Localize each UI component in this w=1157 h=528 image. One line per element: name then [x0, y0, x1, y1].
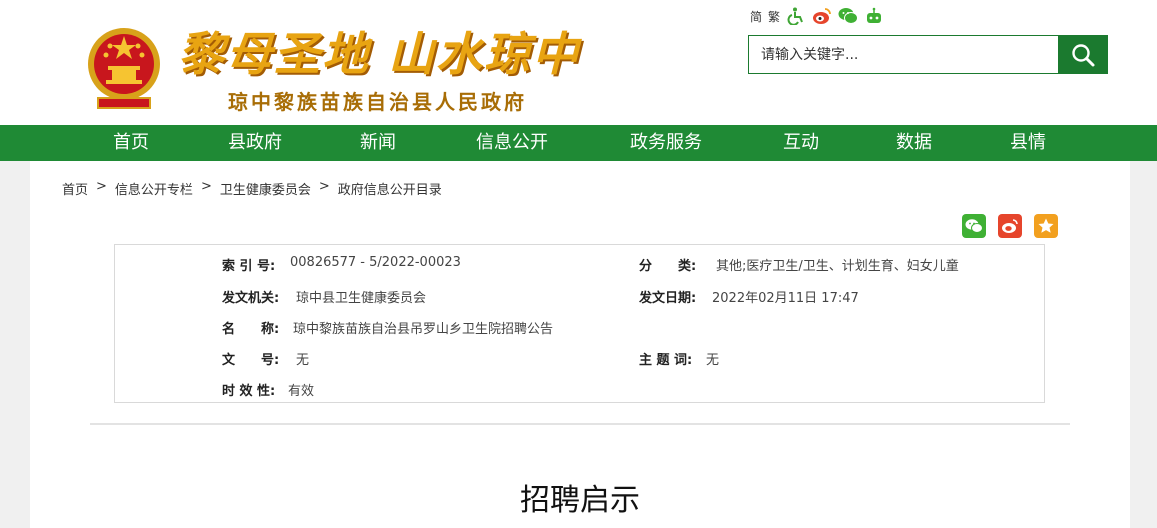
gov-name: 琼中黎族苗族自治县人民政府 [228, 90, 527, 114]
weibo-share-icon [1002, 219, 1018, 233]
breadcrumb-separator: > [96, 179, 107, 194]
breadcrumb-info-column[interactable]: 信息公开专栏 [115, 179, 193, 198]
breadcrumb-info-catalog[interactable]: 政府信息公开目录 [338, 179, 442, 198]
wechat-icon[interactable] [838, 7, 859, 25]
simplified-chinese-link[interactable]: 简 [750, 8, 762, 25]
breadcrumb-separator: > [318, 179, 330, 194]
content-divider [90, 423, 1070, 425]
search-icon [1071, 43, 1094, 66]
issuer-value: 琼中县卫生健康委员会 [296, 291, 427, 306]
search-input[interactable] [749, 36, 1058, 73]
article-title: 招聘启示 [520, 483, 640, 518]
nav-news[interactable]: 新闻 [360, 125, 396, 161]
nav-data[interactable]: 数据 [896, 125, 932, 161]
main-nav: 首页 县政府 新闻 信息公开 政务服务 互动 数据 县情 [0, 125, 1157, 161]
wechat-share-icon [965, 219, 983, 233]
nav-county-profile[interactable]: 县情 [1010, 125, 1046, 161]
qzone-share-button[interactable] [1034, 214, 1058, 238]
nav-gov-services[interactable]: 政务服务 [630, 125, 702, 161]
nav-home[interactable]: 首页 [113, 125, 149, 161]
site-header: 黎母圣地 山水琼中 琼中黎族苗族自治县人民政府 简 繁 [0, 0, 1157, 125]
issue-date-value: 2022年02月11日 17:47 [712, 291, 859, 306]
validity-value: 有效 [288, 384, 315, 399]
weibo-icon[interactable] [812, 7, 832, 25]
breadcrumb: 首页 > 信息公开专栏 > 卫生健康委员会 > 政府信息公开目录 [62, 179, 442, 198]
doc-number-label: 文 号: [222, 353, 280, 368]
national-emblem-icon [88, 28, 160, 109]
search-button[interactable] [1058, 36, 1107, 73]
top-tools: 简 繁 [750, 6, 884, 26]
qzone-share-icon [1038, 218, 1054, 233]
subject-value: 无 [706, 353, 720, 368]
weibo-share-button[interactable] [998, 214, 1022, 238]
nav-interaction[interactable]: 互动 [783, 125, 819, 161]
nav-county-gov[interactable]: 县政府 [228, 125, 282, 161]
doc-number-value: 无 [296, 353, 310, 368]
nav-info-disclosure[interactable]: 信息公开 [476, 125, 548, 161]
accessibility-icon[interactable] [786, 7, 806, 25]
issuer-label: 发文机关: [222, 291, 280, 306]
search-box [748, 35, 1108, 74]
robot-icon[interactable] [864, 7, 884, 25]
category-label: 分 类: [639, 259, 697, 274]
subject-label: 主 题 词: [639, 353, 693, 368]
doc-name-label: 名 称: [222, 322, 280, 337]
document-meta-table: 索 引 号: 00826577 - 5/2022-00023 分 类: 其他;医… [114, 244, 1045, 403]
breadcrumb-health-committee[interactable]: 卫生健康委员会 [220, 179, 311, 198]
doc-name-value: 琼中黎族苗族自治县吊罗山乡卫生院招聘公告 [293, 322, 554, 337]
site-slogan: 黎母圣地 山水琼中 [178, 27, 581, 81]
wechat-share-button[interactable] [962, 214, 986, 238]
validity-label: 时 效 性: [222, 384, 276, 399]
index-number-value: 00826577 - 5/2022-00023 [290, 255, 461, 270]
issue-date-label: 发文日期: [639, 291, 697, 306]
content-area: 首页 > 信息公开专栏 > 卫生健康委员会 > 政府信息公开目录 索 引 号: … [30, 161, 1130, 528]
index-number-label: 索 引 号: [222, 259, 276, 274]
traditional-chinese-link[interactable]: 繁 [768, 8, 780, 25]
breadcrumb-home[interactable]: 首页 [62, 179, 88, 198]
category-value: 其他;医疗卫生/卫生、计划生育、妇女儿童 [716, 259, 959, 274]
breadcrumb-separator: > [200, 179, 212, 194]
